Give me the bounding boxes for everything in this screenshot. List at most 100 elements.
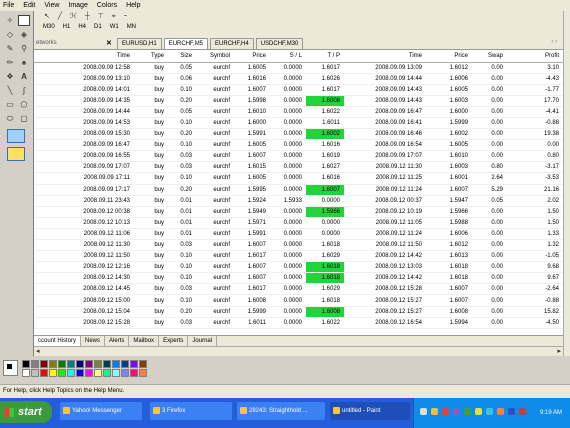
table-row[interactable]: 2008.09.12 12:16 buy 0.10 eurchf 1.6007 0.000… (34, 261, 563, 274)
table-row[interactable]: 2008.09.09 16:47 buy 0.10 eurchf 1.6005 0.000… (34, 139, 563, 152)
fill-icon[interactable]: ◈ (18, 29, 30, 40)
table-row[interactable]: 2008.09.09 15:30 buy 0.20 eurchf 1.5991 0.000… (34, 128, 563, 141)
taskbar-button[interactable]: Yahoo! Messenger (60, 402, 142, 420)
menu-item-help[interactable]: Help (126, 2, 140, 9)
palette-swatch[interactable] (67, 369, 75, 377)
table-row[interactable]: 2008.09.09 12:58 buy 0.05 eurchf 1.6005 0.000… (34, 62, 563, 74)
timeframe-m30[interactable]: M30 (42, 24, 56, 30)
power-icon[interactable] (519, 408, 526, 415)
alert-icon[interactable] (497, 408, 504, 415)
column-header[interactable]: Time (344, 51, 426, 63)
palette-swatch[interactable] (67, 360, 75, 368)
sync-icon[interactable] (486, 408, 493, 415)
color-picker-icon[interactable]: ✎ (4, 43, 16, 54)
table-row[interactable]: 2008.09.09 14:44 buy 0.05 eurchf 1.6010 0.000… (34, 106, 563, 118)
palette-swatch[interactable] (85, 360, 93, 368)
table-row[interactable]: 2008.09.12 11:50 buy 0.10 eurchf 1.6017 0.000… (34, 250, 563, 263)
palette-swatch[interactable] (49, 369, 57, 377)
rounded-rect-icon[interactable]: ▢ (18, 113, 30, 124)
terminal-tab[interactable]: Mailbox (129, 336, 160, 346)
column-header[interactable]: Price (234, 51, 270, 63)
palette-swatch[interactable] (58, 360, 66, 368)
terminal-tab[interactable]: Experts (159, 336, 189, 346)
palette-swatch[interactable] (103, 360, 111, 368)
table-row[interactable]: 2008.09.09 17:17 buy 0.20 eurchf 1.5995 0.000… (34, 184, 563, 196)
palette-swatch[interactable] (112, 369, 120, 377)
palette-swatch[interactable] (121, 369, 129, 377)
chart-tab[interactable]: EURCHF,H4 (210, 38, 254, 49)
column-header[interactable]: S / L (270, 51, 306, 63)
menu-item-edit[interactable]: Edit (23, 2, 35, 9)
column-header[interactable]: Symbol (196, 51, 234, 63)
table-row[interactable]: 2008.09.09 14:01 buy 0.10 eurchf 1.6007 0.000… (34, 84, 563, 96)
chart-tab[interactable]: EURUSD,H1 (117, 38, 162, 49)
start-button[interactable]: start (0, 401, 52, 423)
chart-tool-icons[interactable]: ↖ ╱ ℋ ┼ ⊤ ⌖ ⁃ (44, 12, 130, 21)
free-select-icon[interactable]: ✧ (4, 15, 16, 26)
table-row[interactable]: 2008.09.09 14:35 buy 0.20 eurchf 1.5998 0.000… (34, 95, 563, 107)
column-header[interactable]: Type (134, 51, 168, 63)
timeframe-w1[interactable]: W1 (109, 24, 120, 30)
palette-swatch[interactable] (121, 360, 129, 368)
table-row[interactable]: 2008.09.12 11:30 buy 0.03 eurchf 1.6007 0.000… (34, 239, 563, 252)
scroll-left-icon[interactable]: ◂ (36, 347, 40, 355)
palette-swatch[interactable] (139, 369, 147, 377)
selection-mode-transparent-icon[interactable] (7, 147, 25, 161)
palette-swatch[interactable] (130, 360, 138, 368)
table-row[interactable]: 2008.09.11 23:43 buy 0.01 eurchf 1.5924 1.593… (34, 195, 563, 207)
volume-icon[interactable] (420, 408, 427, 415)
palette-swatch[interactable] (76, 369, 84, 377)
menu-item-view[interactable]: View (44, 2, 59, 9)
table-row[interactable]: 2008.09.12 15:04 buy 0.20 eurchf 1.5999 0.000… (34, 306, 563, 318)
current-colors[interactable] (3, 360, 18, 376)
timeframe-h1[interactable]: H1 (62, 24, 72, 30)
column-header[interactable]: Time (34, 51, 134, 63)
palette-swatch[interactable] (139, 360, 147, 368)
table-row[interactable]: 2008.09.09 16:55 buy 0.03 eurchf 1.6007 0.000… (34, 150, 563, 163)
eraser-icon[interactable]: ◇ (4, 29, 16, 40)
brush-icon[interactable]: ♠ (18, 57, 30, 68)
column-header[interactable]: Price (426, 51, 472, 63)
palette-swatch[interactable] (49, 360, 57, 368)
palette-swatch[interactable] (94, 369, 102, 377)
rectangle-icon[interactable]: ▭ (4, 99, 16, 110)
line-icon[interactable]: ╲ (4, 85, 16, 96)
column-header[interactable]: T / P (306, 51, 344, 63)
timeframe-h4[interactable]: H4 (77, 24, 87, 30)
column-header[interactable]: Size (168, 51, 196, 63)
menu-item-colors[interactable]: Colors (97, 2, 117, 9)
network-icon[interactable] (431, 408, 438, 415)
table-row[interactable]: 2008.09.12 14:45 buy 0.03 eurchf 1.6017 0.000… (34, 283, 563, 296)
taskbar-button[interactable]: 3 Firefox (150, 402, 232, 420)
update-icon[interactable] (475, 408, 482, 415)
chart-tab[interactable]: USDCHF,M30 (255, 38, 304, 49)
timeframe-d1[interactable]: D1 (93, 24, 103, 30)
menu-item-image[interactable]: Image (68, 2, 87, 9)
palette-swatch[interactable] (76, 360, 84, 368)
airbrush-icon[interactable]: ❖ (4, 71, 16, 82)
paint-canvas[interactable]: ↖ ╱ ℋ ┼ ⊤ ⌖ ⁃ M30 H1 H4 D1 W1 MN etworks ✕ EU… (34, 11, 563, 356)
shield-icon[interactable] (508, 408, 515, 415)
close-icon[interactable]: ✕ (106, 39, 112, 47)
palette-swatch[interactable] (31, 360, 39, 368)
column-header[interactable]: Swap (472, 51, 507, 63)
column-header[interactable]: Profit (507, 51, 563, 63)
palette-swatch[interactable] (85, 369, 93, 377)
palette-swatch[interactable] (22, 369, 30, 377)
horizontal-scrollbar[interactable]: ◂ ▸ (34, 346, 563, 356)
magnifier-icon[interactable]: ⚲ (18, 43, 30, 54)
table-row[interactable]: 2008.09.09 13:10 buy 0.06 eurchf 1.6016 0.000… (34, 73, 563, 85)
security-shield-icon[interactable] (464, 408, 471, 415)
curve-icon[interactable]: ∫ (18, 85, 30, 96)
table-row[interactable]: 2008.09.12 11:06 buy 0.01 eurchf 1.5991 0.000… (34, 228, 563, 241)
table-row[interactable]: 2008.09.09 17:07 buy 0.03 eurchf 1.6015 0.000… (34, 161, 563, 174)
palette-swatch[interactable] (94, 360, 102, 368)
table-row[interactable]: 2008.09.09 17:11 buy 0.10 eurchf 1.6005 0.000… (34, 172, 563, 185)
table-row[interactable]: 2008.09.12 15:00 buy 0.10 eurchf 1.6008 0.000… (34, 294, 563, 307)
palette-swatch[interactable] (31, 369, 39, 377)
terminal-tab[interactable]: Alerts (105, 336, 130, 346)
palette-swatch[interactable] (22, 360, 30, 368)
rect-select-icon[interactable] (18, 15, 30, 26)
palette-swatch[interactable] (40, 360, 48, 368)
messenger-icon[interactable] (453, 408, 460, 415)
